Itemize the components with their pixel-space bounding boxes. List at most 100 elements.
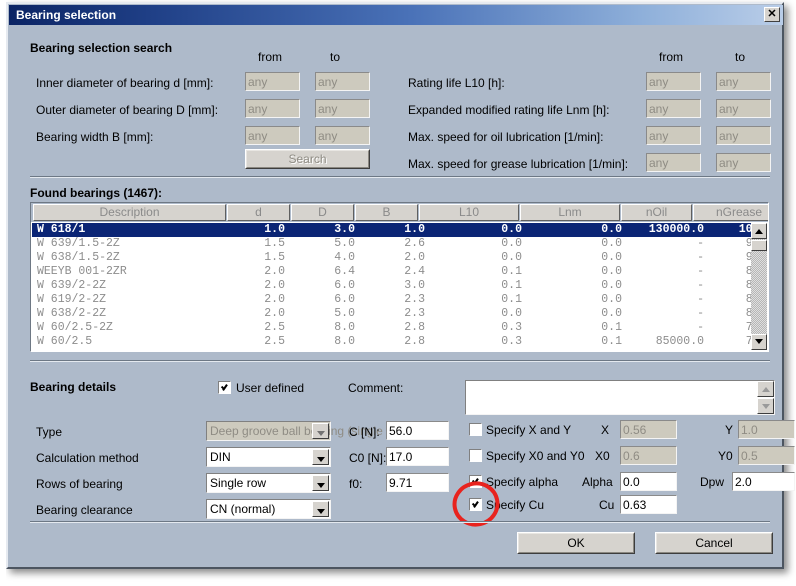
table-row[interactable]: W 60/2.5-2Z2.58.02.80.30.1-70000.0	[32, 321, 752, 335]
rating-life-from-input[interactable]	[646, 72, 701, 91]
c0-n-label: C0 [N]:	[349, 451, 387, 465]
comment-scrollbar[interactable]	[757, 381, 774, 414]
expanded-rating-life-to-input[interactable]	[716, 99, 771, 118]
specify-x-and-y-checkbox[interactable]	[469, 423, 482, 436]
table-row[interactable]: W 638/1.5-2Z1.54.02.00.00.0-95000.0	[32, 251, 752, 265]
outer-diameter-to-input[interactable]	[315, 99, 370, 118]
rating-life-label: Rating life L10 [h]:	[408, 76, 505, 90]
column-header-d[interactable]: d	[227, 204, 290, 221]
title-bar[interactable]: Bearing selection ✕	[9, 5, 783, 25]
type-combobox[interactable]: Deep groove ball bearing (single row)	[206, 421, 409, 441]
table-body: W 618/11.03.01.00.00.0130000.0100000.0W …	[32, 223, 752, 351]
x-label: X	[601, 423, 610, 437]
x-input[interactable]	[620, 420, 677, 439]
search-button[interactable]: Search	[245, 149, 370, 169]
type-label: Type	[36, 425, 63, 439]
dpw-label: Dpw	[700, 475, 725, 489]
divider-results	[30, 360, 770, 362]
search-left-to-header: to	[330, 50, 341, 64]
table-row[interactable]: W 639/1.5-2Z1.55.02.60.00.0-90000.0	[32, 237, 752, 251]
max-speed-grease-label: Max. speed for grease lubrication [1/min…	[408, 157, 629, 171]
y-input[interactable]	[738, 420, 795, 439]
bearing-clearance-combobox[interactable]: CN (normal)	[206, 499, 331, 519]
ok-button-label: OK	[518, 533, 634, 553]
c0-n-input[interactable]	[386, 447, 449, 466]
specify-x0-and-y0-checkbox[interactable]	[469, 449, 482, 462]
bearing-width-to-input[interactable]	[315, 126, 370, 145]
cell-ngrease: 80000.0	[745, 293, 752, 306]
alpha-input[interactable]	[620, 472, 677, 491]
inner-diameter-to-input[interactable]	[315, 72, 370, 91]
column-header-ngrease[interactable]: nGrease	[693, 204, 768, 221]
cu-input[interactable]	[620, 495, 677, 514]
results-heading: Found bearings (1467):	[30, 186, 163, 200]
max-speed-grease-to-input[interactable]	[716, 153, 771, 172]
max-speed-oil-to-input[interactable]	[716, 126, 771, 145]
details-heading: Bearing details	[30, 380, 117, 394]
outer-diameter-from-input[interactable]	[245, 99, 300, 118]
dpw-input[interactable]	[732, 472, 795, 491]
cell-ngrease: 80000.0	[745, 279, 752, 292]
inner-diameter-label: Inner diameter of bearing d [mm]:	[36, 76, 214, 90]
comment-scroll-down-icon[interactable]	[757, 398, 774, 414]
specify-alpha-label: Specify alpha	[486, 475, 559, 489]
c-n-input[interactable]	[386, 421, 449, 440]
c-n-label: C [N]:	[349, 425, 380, 439]
chevron-down-icon[interactable]	[312, 501, 329, 517]
close-icon[interactable]: ✕	[764, 7, 780, 22]
comment-input[interactable]	[466, 381, 757, 414]
f0-input[interactable]	[386, 473, 449, 492]
search-left-from-header: from	[258, 50, 282, 64]
expanded-rating-life-from-input[interactable]	[646, 99, 701, 118]
table-row[interactable]: W 638/2-2Z2.05.02.30.00.0-85000.0	[32, 307, 752, 321]
table-row[interactable]: W 619/2-2Z2.06.02.30.10.0-80000.0	[32, 293, 752, 307]
table-row[interactable]: W 639/2-2Z2.06.03.00.10.0-80000.0	[32, 279, 752, 293]
x0-input[interactable]	[620, 446, 677, 465]
comment-field-wrapper	[465, 380, 775, 415]
chevron-down-icon[interactable]	[312, 449, 329, 465]
scrollbar-thumb[interactable]	[751, 240, 767, 251]
max-speed-grease-from-input[interactable]	[646, 153, 701, 172]
inner-diameter-from-input[interactable]	[245, 72, 300, 91]
column-header-l10[interactable]: L10	[419, 204, 519, 221]
bearing-width-from-input[interactable]	[245, 126, 300, 145]
bearing-width-label: Bearing width B [mm]:	[36, 130, 154, 144]
cell-ngrease: 85000.0	[745, 307, 752, 320]
column-header-d[interactable]: D	[291, 204, 354, 221]
divider-footer	[30, 521, 770, 523]
specify-cu-checkbox[interactable]	[469, 498, 482, 511]
comment-scroll-up-icon[interactable]	[757, 381, 774, 397]
bearing-clearance-label: Bearing clearance	[36, 503, 133, 517]
table-header-row: Description d D B L10 Lnm nOil nGrease	[31, 203, 768, 222]
specify-alpha-checkbox[interactable]	[469, 475, 482, 488]
cancel-button[interactable]: Cancel	[655, 532, 773, 554]
search-right-to-header: to	[735, 50, 746, 64]
column-header-lnm[interactable]: Lnm	[520, 204, 620, 221]
user-defined-checkbox[interactable]	[218, 381, 231, 394]
table-row[interactable]: WEEYB 001-2ZR2.06.42.40.10.0-80000.0	[32, 265, 752, 279]
calculation-method-combobox[interactable]: DIN	[206, 447, 331, 467]
chevron-down-icon[interactable]	[312, 475, 329, 491]
column-header-noil[interactable]: nOil	[621, 204, 692, 221]
cancel-button-label: Cancel	[656, 533, 772, 553]
rows-of-bearing-label: Rows of bearing	[36, 477, 123, 491]
scroll-up-icon[interactable]	[751, 223, 767, 239]
rating-life-to-input[interactable]	[716, 72, 771, 91]
bearing-selection-dialog: Bearing selection ✕ Bearing selection se…	[6, 2, 795, 569]
chevron-down-icon[interactable]	[312, 423, 329, 439]
scroll-down-icon[interactable]	[751, 334, 767, 350]
column-header-description[interactable]: Description	[33, 204, 226, 221]
rows-of-bearing-combobox[interactable]: Single row	[206, 473, 331, 493]
column-header-b[interactable]: B	[355, 204, 418, 221]
f0-label: f0:	[349, 477, 363, 491]
search-panel-heading: Bearing selection search	[30, 41, 173, 55]
table-vertical-scrollbar[interactable]	[751, 223, 767, 350]
search-right-from-header: from	[659, 50, 683, 64]
table-row[interactable]: W 60/2.52.58.02.80.30.185000.070000.0	[32, 335, 752, 349]
ok-button[interactable]: OK	[517, 532, 635, 554]
rows-of-bearing-value: Single row	[210, 476, 267, 490]
found-bearings-table: Description d D B L10 Lnm nOil nGrease W 618/1 1…	[30, 202, 769, 352]
max-speed-oil-from-input[interactable]	[646, 126, 701, 145]
y0-input[interactable]	[738, 446, 795, 465]
table-row[interactable]: W 618/11.03.01.00.00.0130000.0100000.0	[32, 223, 752, 237]
